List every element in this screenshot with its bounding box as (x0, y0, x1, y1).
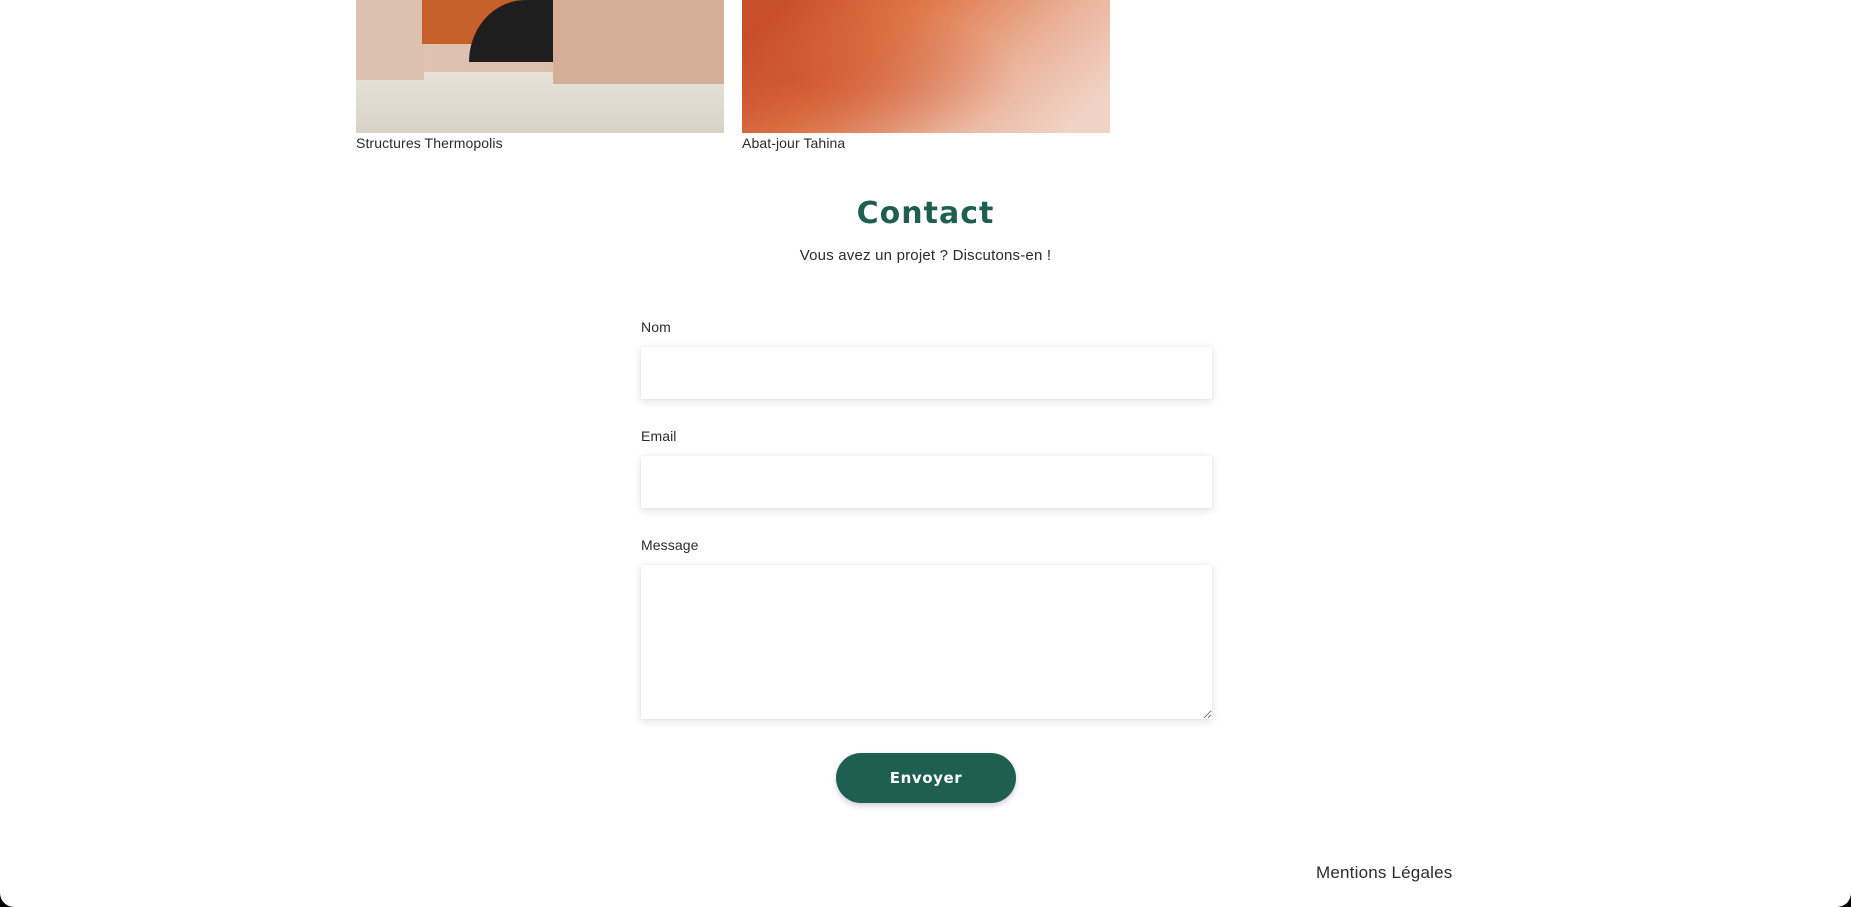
project-card-thermopolis[interactable]: Structures Thermopolis (356, 0, 724, 152)
message-label: Message (641, 537, 699, 553)
message-field-group: Message (641, 536, 1212, 719)
project-caption: Abat-jour Tahina (742, 135, 846, 151)
project-card-tahina[interactable]: Abat-jour Tahina (742, 0, 1110, 152)
submit-button[interactable]: Envoyer (836, 753, 1016, 803)
name-label: Nom (641, 319, 671, 335)
legal-notice-link[interactable]: Mentions Légales (1316, 862, 1452, 884)
page: Structures Thermopolis Abat-jour Tahina … (0, 0, 1851, 907)
email-input[interactable] (641, 456, 1212, 508)
message-textarea[interactable] (641, 565, 1212, 719)
project-caption: Structures Thermopolis (356, 135, 503, 151)
name-field-group: Nom (641, 318, 1212, 399)
contact-form: Nom Email Message (641, 318, 1212, 747)
email-field-group: Email (641, 427, 1212, 508)
name-input[interactable] (641, 347, 1212, 399)
email-label: Email (641, 428, 677, 444)
project-image-tahina[interactable] (742, 0, 1110, 133)
project-image-thermopolis[interactable] (356, 0, 724, 133)
contact-subtitle: Vous avez un projet ? Discutons-en ! (799, 247, 1052, 264)
contact-title: Contact (856, 196, 995, 231)
